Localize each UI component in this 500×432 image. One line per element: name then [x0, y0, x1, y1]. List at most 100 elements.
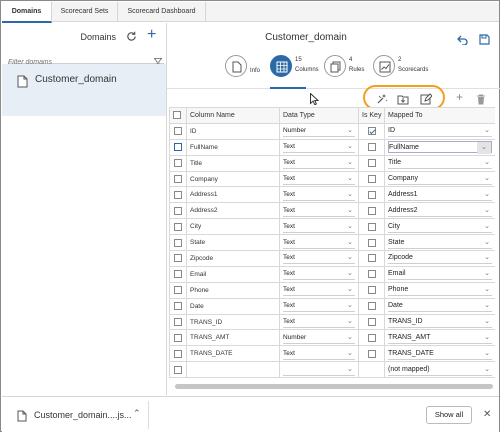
row-checkbox[interactable] [174, 127, 182, 136]
table-row[interactable]: Date Text ⌄ Date ⌄ [169, 297, 495, 315]
is-key-cell[interactable] [358, 186, 385, 204]
is-key-checkbox[interactable] [367, 222, 376, 231]
column-name-cell[interactable]: Phone [186, 281, 280, 299]
row-checkbox[interactable] [174, 270, 182, 279]
data-type-cell[interactable]: Text ⌄ [279, 297, 359, 315]
is-key-checkbox[interactable] [367, 302, 376, 311]
row-checkbox[interactable] [174, 159, 182, 168]
show-all-button[interactable]: Show all [426, 406, 472, 424]
is-key-cell[interactable] [358, 345, 385, 363]
row-select-cell[interactable] [169, 186, 187, 204]
mapped-to-select[interactable]: Company ⌄ [388, 173, 492, 185]
data-type-select[interactable]: Text ⌄ [283, 316, 355, 329]
table-row[interactable]: Email Text ⌄ Email ⌄ [169, 265, 495, 283]
is-key-checkbox[interactable] [367, 333, 376, 342]
is-key-checkbox[interactable] [367, 143, 376, 152]
data-type-select[interactable]: Number ⌄ [283, 125, 355, 138]
column-name-cell[interactable]: State [186, 234, 280, 252]
is-key-checkbox[interactable] [367, 349, 376, 358]
is-key-cell[interactable] [358, 170, 385, 188]
mapped-to-cell[interactable]: Address2 ⌄ [384, 202, 495, 220]
mapped-to-cell[interactable]: (not mapped) ⌄ [384, 361, 495, 379]
data-type-cell[interactable]: Text ⌄ [279, 154, 359, 172]
close-icon[interactable]: ✕ [483, 409, 491, 420]
horizontal-scrollbar[interactable] [175, 384, 493, 389]
table-row[interactable]: Zipcode Text ⌄ Zipcode ⌄ [169, 250, 495, 267]
data-type-cell[interactable]: Text ⌄ [279, 138, 359, 156]
data-type-select[interactable]: Text ⌄ [283, 348, 355, 360]
data-type-cell[interactable]: Number ⌄ [279, 122, 359, 140]
delete-icon[interactable] [476, 92, 488, 105]
save-icon[interactable] [479, 32, 490, 50]
table-row[interactable]: TRANS_AMT Number ⌄ TRANS_AMT ⌄ [169, 329, 495, 347]
is-key-checkbox[interactable] [367, 206, 376, 215]
row-select-cell[interactable] [169, 154, 187, 172]
column-name-cell[interactable]: Address2 [186, 202, 280, 220]
row-checkbox[interactable] [174, 254, 182, 263]
add-domain-icon[interactable]: + [147, 27, 156, 43]
row-select-cell[interactable] [169, 218, 187, 236]
data-type-select[interactable]: Text ⌄ [283, 157, 355, 170]
table-row[interactable]: Company Text ⌄ Company ⌄ [169, 170, 495, 188]
add-column-icon[interactable]: + [456, 91, 468, 104]
data-type-cell[interactable]: Text ⌄ [279, 313, 359, 331]
row-checkbox[interactable] [174, 349, 182, 358]
mapped-to-cell[interactable]: State ⌄ [384, 234, 495, 252]
is-key-cell[interactable] [358, 218, 385, 236]
mapped-to-select[interactable]: ID ⌄ [388, 125, 492, 138]
mapped-to-select[interactable]: State ⌄ [388, 237, 492, 249]
data-type-select[interactable]: Number ⌄ [283, 332, 355, 344]
table-row[interactable]: Address1 Text ⌄ Address1 ⌄ [169, 186, 495, 204]
data-type-cell[interactable]: Text ⌄ [279, 345, 359, 363]
mapped-to-select[interactable]: Title ⌄ [388, 157, 492, 170]
row-checkbox[interactable] [174, 222, 182, 231]
is-key-checkbox[interactable] [367, 127, 376, 136]
data-type-cell[interactable]: Text ⌄ [279, 250, 359, 267]
table-row[interactable]: ⌄ (not mapped) ⌄ [169, 361, 495, 379]
table-row[interactable]: State Text ⌄ State ⌄ [169, 234, 495, 252]
table-row[interactable]: Phone Text ⌄ Phone ⌄ [169, 281, 495, 299]
data-type-select[interactable]: Text ⌄ [283, 268, 355, 281]
mapped-to-cell[interactable]: TRANS_ID ⌄ [384, 313, 495, 331]
is-key-checkbox[interactable] [367, 190, 376, 199]
row-checkbox[interactable] [174, 286, 182, 295]
is-key-cell[interactable] [358, 234, 385, 252]
is-key-checkbox[interactable] [367, 270, 376, 279]
table-row[interactable]: City Text ⌄ City ⌄ [169, 218, 495, 236]
is-key-cell[interactable] [358, 313, 385, 331]
data-type-select[interactable]: Text ⌄ [283, 173, 355, 185]
data-type-cell[interactable]: Text ⌄ [279, 170, 359, 188]
data-type-select[interactable]: Text ⌄ [283, 252, 355, 265]
row-checkbox[interactable] [174, 206, 182, 215]
row-select-cell[interactable] [169, 202, 187, 220]
data-type-select[interactable]: Text ⌄ [283, 300, 355, 313]
column-name-cell[interactable]: City [186, 218, 280, 236]
is-key-cell[interactable] [358, 361, 385, 379]
mapped-to-select[interactable]: (not mapped) ⌄ [388, 364, 492, 376]
row-checkbox[interactable] [174, 175, 182, 183]
data-type-select[interactable]: Text ⌄ [283, 221, 355, 233]
tab-domains[interactable]: Domains [2, 2, 52, 23]
mapped-to-select[interactable]: Phone ⌄ [388, 284, 492, 297]
row-select-cell[interactable] [169, 281, 187, 299]
mapped-to-cell[interactable]: Company ⌄ [384, 170, 495, 188]
row-checkbox[interactable] [174, 143, 182, 152]
row-select-cell[interactable] [169, 170, 187, 188]
data-type-cell[interactable]: Text ⌄ [279, 265, 359, 283]
table-row[interactable]: Title Text ⌄ Title ⌄ [169, 154, 495, 172]
domain-list-item[interactable]: Customer_domain [2, 64, 166, 116]
mapped-to-cell[interactable]: Date ⌄ [384, 297, 495, 315]
data-type-cell[interactable]: Text ⌄ [279, 186, 359, 204]
column-name-cell[interactable]: Date [186, 297, 280, 315]
table-row[interactable]: TRANS_ID Text ⌄ TRANS_ID ⌄ [169, 313, 495, 331]
row-select-cell[interactable] [169, 122, 187, 140]
is-key-cell[interactable] [358, 202, 385, 220]
data-type-cell[interactable]: Text ⌄ [279, 281, 359, 299]
row-select-cell[interactable] [169, 297, 187, 315]
mapped-to-select[interactable]: Email ⌄ [388, 268, 492, 281]
mapped-to-select[interactable]: FullName ⌄ [388, 141, 492, 155]
row-checkbox[interactable] [174, 302, 182, 311]
mapped-to-select[interactable]: City ⌄ [388, 221, 492, 233]
mapped-to-cell[interactable]: TRANS_AMT ⌄ [384, 329, 495, 347]
mapped-to-select[interactable]: Address1 ⌄ [388, 189, 492, 201]
